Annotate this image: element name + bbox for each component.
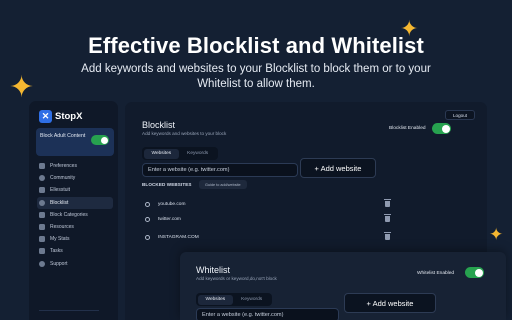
whitelist-enabled-label: Whitelist Enabled [417, 271, 455, 276]
brand-name: StopX [55, 111, 83, 122]
shield-icon: ✕ [39, 110, 52, 123]
list-item: twitter.com [145, 214, 391, 224]
sidebar-item-label: Block Categories [50, 211, 88, 218]
site-name: INSTAGRAM.COM [158, 234, 199, 240]
site-name: youtube.com [158, 201, 186, 207]
grid-icon [39, 211, 45, 218]
sidebar-item-preferences[interactable]: Preferences [37, 160, 113, 172]
sidebar-item-community[interactable]: Community [37, 172, 113, 184]
sidebar-item-resources[interactable]: Resources [37, 221, 113, 233]
blocklist-enabled-label: Blocklist Enabled [389, 126, 426, 131]
blocklist-tabs: Websites Keywords [142, 147, 218, 160]
sidebar-footer [39, 310, 99, 320]
whitelist-enabled-toggle[interactable] [465, 267, 484, 278]
sidebar: ✕ StopX Block Adult Content Preferences … [29, 101, 118, 320]
sidebar-item-my-stats[interactable]: My Stats [37, 233, 113, 245]
sidebar-item-label: Support [50, 260, 68, 267]
sidebar-item-label: Ellesstuit [50, 187, 71, 194]
hero-title: Effective Blocklist and Whitelist [88, 33, 424, 58]
sidebar-item-label: Community [50, 175, 76, 182]
globe-icon [145, 234, 150, 240]
whitelist-tabs: Websites Keywords [196, 293, 272, 306]
block-adult-label: Block Adult Content [40, 133, 86, 139]
blocklist-subtitle: Add keywords and websites to your block [142, 131, 227, 136]
blocklist-title: Blocklist [142, 120, 176, 130]
sidebar-item-ellesstuit[interactable]: Ellesstuit [37, 184, 113, 196]
block-adult-toggle[interactable] [91, 135, 109, 145]
block-adult-card: Block Adult Content [36, 128, 114, 156]
tab-websites[interactable]: Websites [143, 148, 180, 159]
hero-subtitle: Add keywords and websites to your Blockl… [81, 63, 431, 90]
sidebar-item-label: My Stats [50, 236, 70, 243]
whitelist-subtitle: Add keywords or keyword,do,not't block [196, 276, 277, 281]
tab-keywords[interactable]: Keywords [233, 295, 270, 305]
tab-keywords[interactable]: Keywords [179, 149, 216, 159]
whitelist-add-website-button[interactable]: + Add website [344, 293, 436, 313]
trash-icon[interactable] [384, 199, 391, 207]
tab-websites[interactable]: Websites [197, 294, 234, 305]
sidebar-item-label: Preferences [50, 163, 77, 170]
sidebar-item-block-categories[interactable]: Block Categories [37, 209, 113, 221]
blocklist-add-website-button[interactable]: + Add website [300, 158, 376, 178]
list-item: youtube.com [145, 199, 391, 209]
sidebar-item-support[interactable]: Support [37, 258, 113, 270]
chart-icon [39, 236, 45, 243]
book-icon [39, 224, 45, 231]
sidebar-item-blocklist[interactable]: Blocklist [37, 196, 113, 209]
trash-icon[interactable] [384, 214, 391, 222]
sliders-icon [39, 163, 45, 170]
sparkle-icon: ✦ [400, 16, 419, 41]
brand[interactable]: ✕ StopX [39, 110, 82, 123]
checklist-icon [39, 248, 45, 255]
whitelist-website-input[interactable] [196, 308, 339, 320]
layers-icon [39, 187, 45, 194]
blocklist-enabled-toggle[interactable] [432, 123, 451, 134]
blocked-websites-heading: BLOCKED WEBSITES [142, 182, 192, 187]
globe-icon [145, 201, 150, 207]
list-item: INSTAGRAM.COM [145, 232, 391, 242]
sidebar-item-label: Resources [50, 224, 74, 231]
site-name: twitter.com [158, 216, 181, 222]
whitelist-title: Whitelist [196, 265, 231, 275]
sidebar-item-tasks[interactable]: Tasks [37, 245, 113, 257]
sidebar-nav: Preferences Community Ellesstuit Blockli… [37, 160, 113, 270]
help-icon [39, 260, 45, 267]
trash-icon[interactable] [384, 232, 391, 240]
people-icon [39, 175, 45, 182]
globe-icon [145, 216, 150, 222]
sparkle-icon: ✦ [489, 225, 504, 244]
logout-button[interactable]: Logout [445, 110, 475, 120]
guide-tooltip: Guide to add/website [199, 180, 247, 189]
sparkle-icon: ✦ [9, 71, 35, 104]
sidebar-item-label: Blocklist [50, 199, 69, 206]
block-icon [39, 199, 45, 206]
blocklist-website-input[interactable] [142, 163, 298, 177]
sidebar-item-label: Tasks [50, 248, 63, 255]
